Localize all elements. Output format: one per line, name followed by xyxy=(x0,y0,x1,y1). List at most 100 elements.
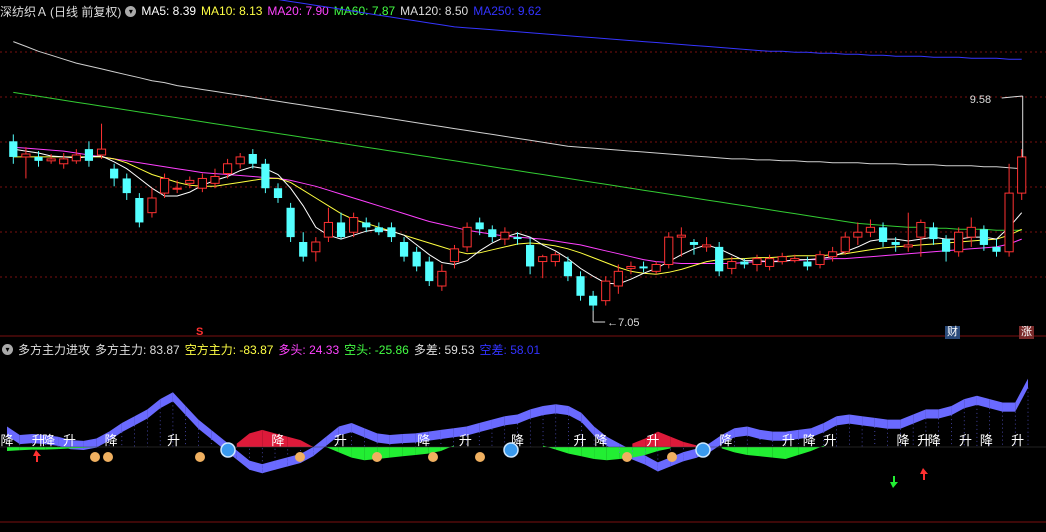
hand-signal-icon xyxy=(103,452,113,462)
candle-body xyxy=(84,149,94,161)
candle-body xyxy=(563,261,573,277)
candle-body xyxy=(412,251,421,267)
ma120-line xyxy=(13,41,1022,170)
bull-band xyxy=(377,433,390,445)
bull-band xyxy=(172,392,186,416)
short-band xyxy=(657,447,671,451)
candle-body xyxy=(639,266,648,269)
signal-label: 降 xyxy=(105,434,118,449)
candle-body xyxy=(462,226,472,248)
bull-band xyxy=(147,399,161,419)
candle-body xyxy=(853,231,863,238)
chart-canvas[interactable]: 9.58←7.05降 升降升降升降升降升降升降升降升降升降升降升降升 xyxy=(0,0,1046,532)
bull-band xyxy=(976,395,990,409)
bull-band xyxy=(185,405,199,429)
candle-body xyxy=(689,242,699,245)
bear-band xyxy=(683,441,697,447)
bull-band xyxy=(351,423,365,438)
candle-body xyxy=(576,276,585,296)
candle-body xyxy=(299,242,308,257)
bull-band xyxy=(734,426,748,438)
candle-body xyxy=(488,229,497,238)
candle-body xyxy=(903,244,913,248)
candle-body xyxy=(425,261,434,282)
signal-label: 升 xyxy=(824,434,837,449)
candle-body xyxy=(210,175,220,184)
candle-body xyxy=(727,261,737,269)
ma5-line xyxy=(13,148,1023,285)
candle-body xyxy=(387,227,396,238)
bull-band xyxy=(19,434,33,445)
candle-body xyxy=(715,246,724,272)
short-band xyxy=(734,447,748,455)
candle-body xyxy=(878,227,888,242)
bull-band xyxy=(913,409,926,424)
bull-band xyxy=(836,414,850,426)
high-price-label: 9.58 xyxy=(970,94,991,106)
bull-band xyxy=(402,433,416,444)
bull-band xyxy=(440,428,454,440)
candle-body xyxy=(828,251,838,258)
bull-band xyxy=(887,419,901,429)
candle-body xyxy=(589,295,598,306)
limit-up-badge[interactable]: 涨 xyxy=(1019,326,1034,339)
candle-body xyxy=(336,222,346,238)
bull-band xyxy=(83,438,97,450)
candle-body xyxy=(185,179,195,184)
candle-body xyxy=(362,222,371,228)
signal-label: 升 xyxy=(1011,434,1024,449)
candle-body xyxy=(676,234,686,238)
candle-body xyxy=(235,156,245,165)
candle-body xyxy=(979,229,988,245)
candle-body xyxy=(815,254,825,265)
candle-body xyxy=(613,270,623,287)
bull-band xyxy=(160,392,173,409)
bear-band xyxy=(670,436,684,447)
candle-body xyxy=(172,187,182,190)
buy-point-icon xyxy=(695,442,711,458)
finance-badge[interactable]: 财 xyxy=(945,326,960,339)
candle-body xyxy=(399,242,409,257)
bull-band xyxy=(823,416,837,433)
bull-band xyxy=(747,426,760,440)
bull-band xyxy=(759,429,773,441)
bull-band xyxy=(275,457,288,470)
candle-body xyxy=(311,241,321,253)
signal-label: 降 xyxy=(594,434,607,449)
candle-body xyxy=(1017,156,1027,194)
signal-label: 升 xyxy=(459,434,472,449)
candle-body xyxy=(21,153,31,158)
bull-band xyxy=(1015,378,1028,412)
bull-band xyxy=(491,416,505,429)
candle-body xyxy=(840,236,850,253)
short-band xyxy=(555,447,569,454)
signal-label: 降 xyxy=(42,434,55,449)
bull-band xyxy=(938,405,952,419)
signal-s-badge[interactable]: S xyxy=(194,326,205,339)
bull-band xyxy=(951,399,965,416)
candle-body xyxy=(500,231,510,240)
candle-body xyxy=(349,217,359,233)
signal-label: 升 xyxy=(782,434,795,449)
short-band xyxy=(440,445,454,451)
candle-body xyxy=(803,261,812,267)
candle-body xyxy=(777,256,787,263)
bull-band xyxy=(581,412,595,436)
bull-band xyxy=(479,419,492,433)
up-arrow-icon xyxy=(920,468,928,480)
bull-band xyxy=(568,405,582,422)
signal-label: 降 xyxy=(417,434,430,449)
signal-label: 降 xyxy=(928,434,941,449)
candle-body xyxy=(1004,192,1014,253)
candle-body xyxy=(147,197,157,214)
bull-band xyxy=(989,399,1003,412)
signal-label: 降 xyxy=(803,434,816,449)
signal-label: 升 xyxy=(334,434,347,449)
candle-body xyxy=(550,254,560,263)
hand-signal-icon xyxy=(195,452,205,462)
hand-signal-icon xyxy=(667,452,677,462)
candle-body xyxy=(197,177,207,189)
candle-body xyxy=(222,163,233,175)
bear-band xyxy=(632,438,646,447)
candle-body xyxy=(135,198,144,223)
